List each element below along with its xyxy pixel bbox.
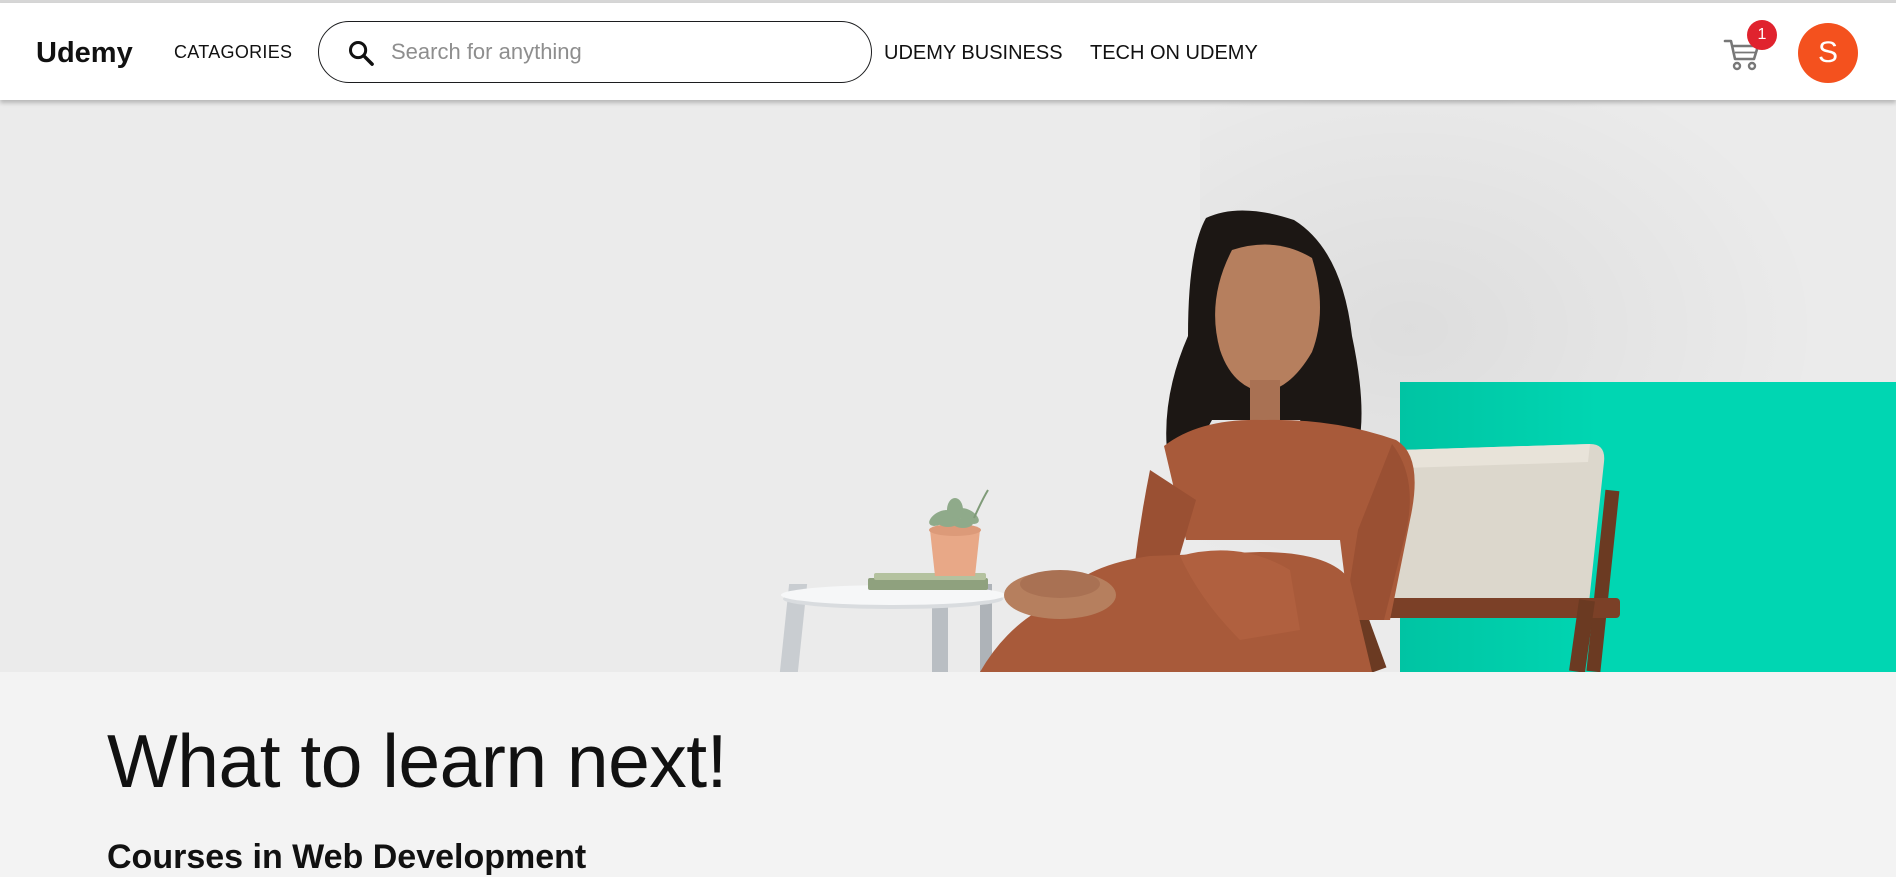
udemy-business-link[interactable]: UDEMY BUSINESS — [884, 42, 1063, 65]
search-icon[interactable] — [347, 39, 375, 67]
hero-banner — [0, 100, 1896, 672]
woman-image — [980, 210, 1415, 672]
hero-image — [779, 210, 1620, 672]
udemy-logo[interactable]: Udemy — [36, 37, 133, 70]
search-bar[interactable] — [318, 21, 872, 83]
cart-count-badge: 1 — [1747, 20, 1777, 50]
navbar: Udemy CATAGORIES UDEMY BUSINESS TECH ON … — [0, 3, 1896, 100]
tech-on-udemy-link[interactable]: TECH ON UDEMY — [1090, 42, 1258, 65]
side-table-image — [779, 489, 1005, 672]
learn-next-section: What to learn next! Courses in Web Devel… — [0, 672, 1896, 876]
categories-link[interactable]: CATAGORIES — [174, 42, 292, 63]
user-avatar[interactable]: S — [1798, 23, 1858, 83]
section-title: What to learn next! — [107, 719, 727, 803]
search-input[interactable] — [391, 30, 851, 74]
courses-subtitle: Courses in Web Development — [107, 838, 587, 876]
